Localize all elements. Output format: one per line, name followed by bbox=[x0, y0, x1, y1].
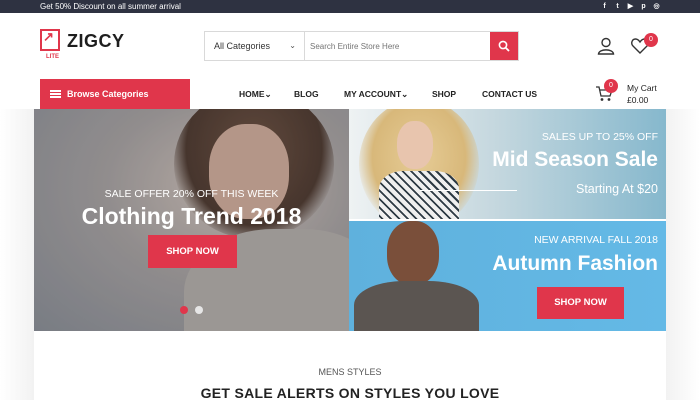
search-input[interactable] bbox=[307, 32, 490, 60]
nav-home[interactable]: HOME⌄ bbox=[239, 88, 272, 100]
right-gutter bbox=[666, 109, 700, 400]
section-heading: GET SALE ALERTS ON STYLES YOU LOVE bbox=[200, 385, 500, 400]
chevron-down-icon: ⌄ bbox=[264, 89, 272, 99]
top-bar: Get 50% Discount on all summer arrival f… bbox=[0, 0, 700, 13]
promo-text: Get 50% Discount on all summer arrival bbox=[40, 2, 181, 11]
nav-contact-us[interactable]: CONTACT US bbox=[482, 88, 537, 100]
browse-categories-button[interactable]: Browse Categories bbox=[40, 79, 190, 109]
hero-main-shop-now-button[interactable]: SHOP NOW bbox=[148, 235, 237, 268]
search-button[interactable] bbox=[490, 32, 518, 60]
slider-dot[interactable] bbox=[195, 306, 203, 314]
chevron-down-icon: ⌄ bbox=[401, 89, 409, 99]
browse-categories-label: Browse Categories bbox=[67, 89, 149, 99]
instagram-icon[interactable]: ◎ bbox=[653, 0, 660, 13]
cart-total: £0.00 bbox=[627, 95, 649, 105]
twitter-icon[interactable]: t bbox=[614, 0, 621, 13]
cart-label[interactable]: My Cart bbox=[627, 83, 657, 94]
section-kicker: MENS STYLES bbox=[318, 367, 382, 377]
youtube-icon[interactable]: ▶ bbox=[627, 0, 634, 13]
slider-dot-active[interactable] bbox=[180, 306, 188, 314]
hero-mid-season-title: Mid Season Sale bbox=[492, 148, 658, 171]
search-bar: All Categories ⌄ bbox=[204, 31, 519, 61]
divider bbox=[420, 190, 517, 191]
menu-icon bbox=[50, 90, 61, 98]
category-select-value: All Categories bbox=[214, 41, 271, 51]
wishlist-count-badge: 0 bbox=[644, 33, 658, 47]
facebook-icon[interactable]: f bbox=[601, 0, 608, 13]
search-icon bbox=[498, 40, 510, 52]
social-links: f t ▶ p ◎ bbox=[601, 0, 660, 13]
brand-name[interactable]: ZIGCY bbox=[67, 31, 125, 52]
hero-mid-season-kicker: SALES UP TO 25% OFF bbox=[541, 131, 658, 143]
user-icon[interactable] bbox=[596, 36, 616, 56]
left-gutter bbox=[0, 109, 34, 400]
hero-main-title: Clothing Trend 2018 bbox=[81, 203, 302, 229]
nav-my-account[interactable]: MY ACCOUNT⌄ bbox=[344, 88, 408, 100]
hero-main-kicker: SALE OFFER 20% OFF THIS WEEK bbox=[104, 188, 279, 200]
brand-sub: LITE bbox=[46, 54, 59, 60]
nav-blog[interactable]: BLOG bbox=[294, 88, 319, 100]
pinterest-icon[interactable]: p bbox=[640, 0, 647, 13]
category-select[interactable]: All Categories ⌄ bbox=[205, 32, 305, 60]
hero-mid-season-subtitle: Starting At $20 bbox=[575, 182, 658, 196]
cart-count-badge: 0 bbox=[604, 79, 618, 93]
store-page: Get 50% Discount on all summer arrival f… bbox=[0, 0, 700, 400]
hero-autumn-kicker: NEW ARRIVAL FALL 2018 bbox=[534, 234, 658, 246]
nav-shop[interactable]: SHOP bbox=[432, 88, 456, 100]
chevron-down-icon: ⌄ bbox=[289, 41, 296, 50]
hero-autumn-shop-now-button[interactable]: SHOP NOW bbox=[537, 287, 624, 319]
hero-autumn-title: Autumn Fashion bbox=[492, 252, 658, 275]
